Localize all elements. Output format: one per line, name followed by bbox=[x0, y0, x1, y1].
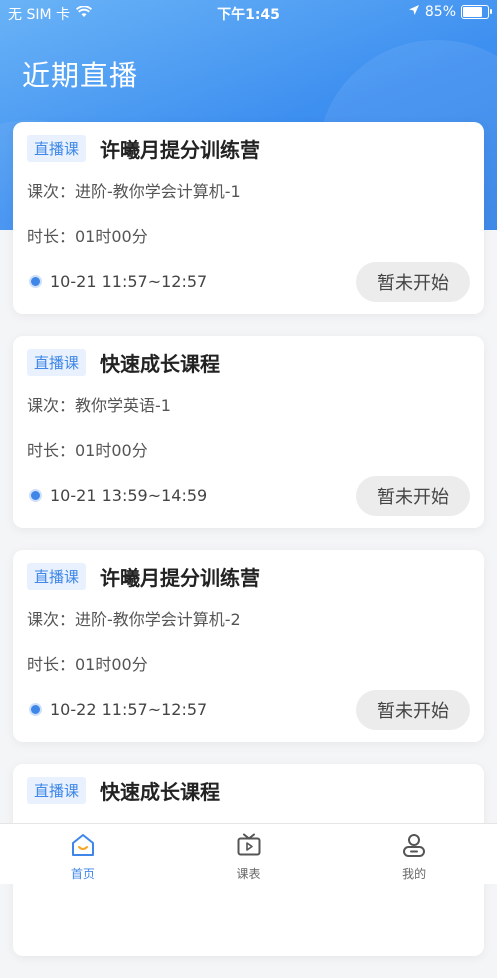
tab-home-label: 首页 bbox=[70, 867, 95, 881]
tab-schedule-label: 课表 bbox=[236, 867, 261, 881]
tab-home[interactable]: 首页 bbox=[0, 824, 166, 884]
course-session: 课次：教你学英语-1 bbox=[27, 396, 171, 415]
course-session: 课次：进阶-教你学会计算机-2 bbox=[27, 610, 241, 629]
status-button[interactable]: 暂未开始 bbox=[356, 476, 470, 516]
time-dot-icon bbox=[29, 489, 42, 502]
location-arrow-icon bbox=[408, 4, 420, 20]
tab-profile-label: 我的 bbox=[402, 867, 427, 881]
course-title: 快速成长课程 bbox=[100, 352, 221, 376]
status-button[interactable]: 暂未开始 bbox=[356, 262, 470, 302]
course-tag: 直播课 bbox=[27, 349, 87, 376]
course-card[interactable]: 直播课 快速成长课程 课次：教你学英语-1 时长：01时00分 10-21 13… bbox=[13, 336, 484, 528]
course-tag: 直播课 bbox=[27, 563, 87, 590]
time-dot-icon bbox=[29, 703, 42, 716]
course-title: 许曦月提分训练营 bbox=[100, 138, 261, 162]
course-tag: 直播课 bbox=[27, 135, 87, 162]
course-title: 许曦月提分训练营 bbox=[100, 566, 261, 590]
battery-percent: 85% bbox=[424, 4, 456, 20]
course-duration: 时长：01时00分 bbox=[27, 227, 148, 246]
course-time: 10-22 11:57~12:57 bbox=[50, 700, 208, 719]
tv-icon bbox=[236, 832, 262, 862]
course-card[interactable]: 直播课 许曦月提分训练营 课次：进阶-教你学会计算机-2 时长：01时00分 1… bbox=[13, 550, 484, 742]
status-bar: 无 SIM 卡 下午1:45 85% bbox=[0, 0, 497, 26]
battery-fill bbox=[463, 7, 482, 17]
time-dot-icon bbox=[29, 275, 42, 288]
bottom-tab-bar: 首页 课表 我的 bbox=[0, 823, 497, 884]
course-duration: 时长：01时00分 bbox=[27, 441, 148, 460]
course-card[interactable]: 直播课 许曦月提分训练营 课次：进阶-教你学会计算机-1 时长：01时00分 1… bbox=[13, 122, 484, 314]
tab-schedule[interactable]: 课表 bbox=[166, 824, 332, 884]
tab-profile[interactable]: 我的 bbox=[331, 824, 497, 884]
course-title: 快速成长课程 bbox=[100, 780, 221, 804]
course-session: 课次：进阶-教你学会计算机-1 bbox=[27, 182, 241, 201]
course-tag: 直播课 bbox=[27, 777, 87, 804]
course-duration: 时长：01时00分 bbox=[27, 655, 148, 674]
course-time: 10-21 13:59~14:59 bbox=[50, 486, 208, 505]
page-title: 近期直播 bbox=[22, 59, 139, 92]
course-time: 10-21 11:57~12:57 bbox=[50, 272, 208, 291]
home-icon bbox=[70, 832, 96, 862]
battery-icon bbox=[461, 5, 492, 19]
user-icon bbox=[401, 832, 427, 862]
status-button[interactable]: 暂未开始 bbox=[356, 690, 470, 730]
